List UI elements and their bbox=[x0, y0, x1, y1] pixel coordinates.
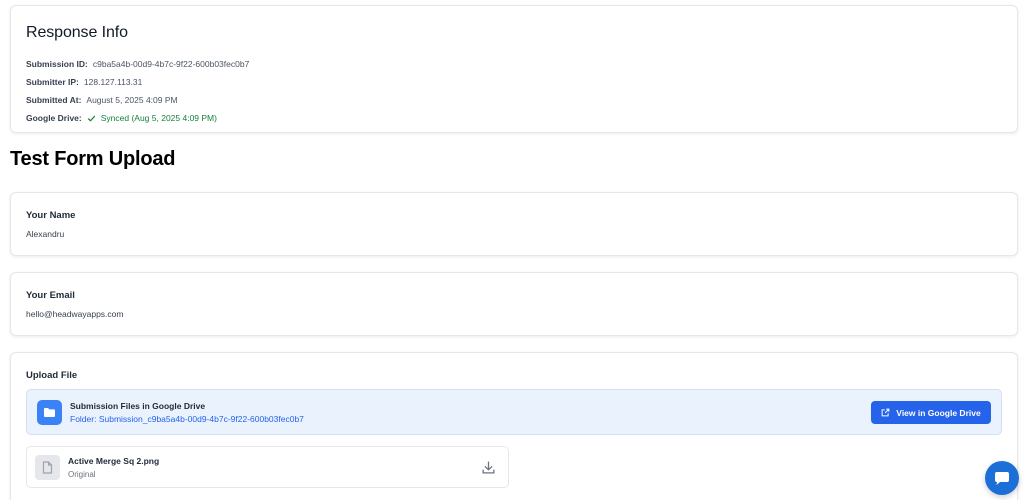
submission-id-value: c9ba5a4b-00d9-4b7c-9f22-600b03fec0b7 bbox=[92, 59, 250, 69]
form-title: Test Form Upload bbox=[10, 148, 176, 170]
file-text: Active Merge Sq 2.png Original bbox=[68, 456, 159, 479]
check-icon bbox=[87, 115, 95, 121]
view-in-google-drive-label: View in Google Drive bbox=[896, 407, 981, 418]
name-field-card: Your Name Alexandru bbox=[10, 192, 1018, 256]
google-drive-label: Google Drive: bbox=[26, 113, 82, 123]
external-link-icon bbox=[881, 408, 890, 417]
file-variant: Original bbox=[68, 469, 96, 479]
submitted-at-row: Submitted At: August 5, 2025 4:09 PM bbox=[26, 91, 1002, 109]
email-field-card: Your Email hello@headwayapps.com bbox=[10, 272, 1018, 336]
submitted-at-label: Submitted At: bbox=[26, 95, 82, 105]
file-name: Active Merge Sq 2.png bbox=[68, 455, 160, 466]
submission-id-row: Submission ID: c9ba5a4b-00d9-4b7c-9f22-6… bbox=[26, 55, 1002, 73]
drive-text: Submission Files in Google Drive Folder:… bbox=[70, 401, 304, 424]
submitted-at-value: August 5, 2025 4:09 PM bbox=[86, 95, 178, 105]
submitter-ip-value: 128.127.113.31 bbox=[83, 77, 143, 87]
file-item: Active Merge Sq 2.png Original bbox=[26, 446, 509, 488]
google-drive-status: Synced (Aug 5, 2025 4:09 PM) bbox=[87, 113, 217, 123]
submission-id-label: Submission ID: bbox=[26, 59, 88, 69]
response-info-card: Response Info Submission ID: c9ba5a4b-00… bbox=[10, 5, 1018, 133]
google-drive-box: Submission Files in Google Drive Folder:… bbox=[26, 389, 1002, 435]
folder-icon bbox=[37, 399, 62, 425]
upload-file-card: Upload File Submission Files in Google D… bbox=[10, 352, 1018, 500]
drive-title: Submission Files in Google Drive bbox=[70, 400, 206, 411]
submitter-ip-label: Submitter IP: bbox=[26, 77, 79, 87]
name-field-value: Alexandru bbox=[26, 229, 65, 239]
upload-file-label: Upload File bbox=[26, 370, 78, 381]
view-in-google-drive-button[interactable]: View in Google Drive bbox=[871, 401, 991, 424]
file-icon bbox=[35, 454, 60, 480]
chat-icon bbox=[995, 471, 1009, 485]
submitter-ip-row: Submitter IP: 128.127.113.31 bbox=[26, 73, 1002, 91]
name-field-label: Your Name bbox=[26, 210, 76, 221]
response-info-title: Response Info bbox=[26, 24, 128, 41]
google-drive-row: Google Drive: Synced (Aug 5, 2025 4:09 P… bbox=[26, 109, 1002, 127]
download-icon[interactable] bbox=[481, 460, 496, 475]
drive-folder-link[interactable]: Folder: Submission_c9ba5a4b-00d9-4b7c-9f… bbox=[70, 414, 304, 424]
email-field-label: Your Email bbox=[26, 290, 75, 301]
email-field-value: hello@headwayapps.com bbox=[26, 309, 124, 319]
google-drive-status-text: Synced (Aug 5, 2025 4:09 PM) bbox=[100, 113, 217, 123]
chat-button[interactable] bbox=[985, 461, 1019, 495]
